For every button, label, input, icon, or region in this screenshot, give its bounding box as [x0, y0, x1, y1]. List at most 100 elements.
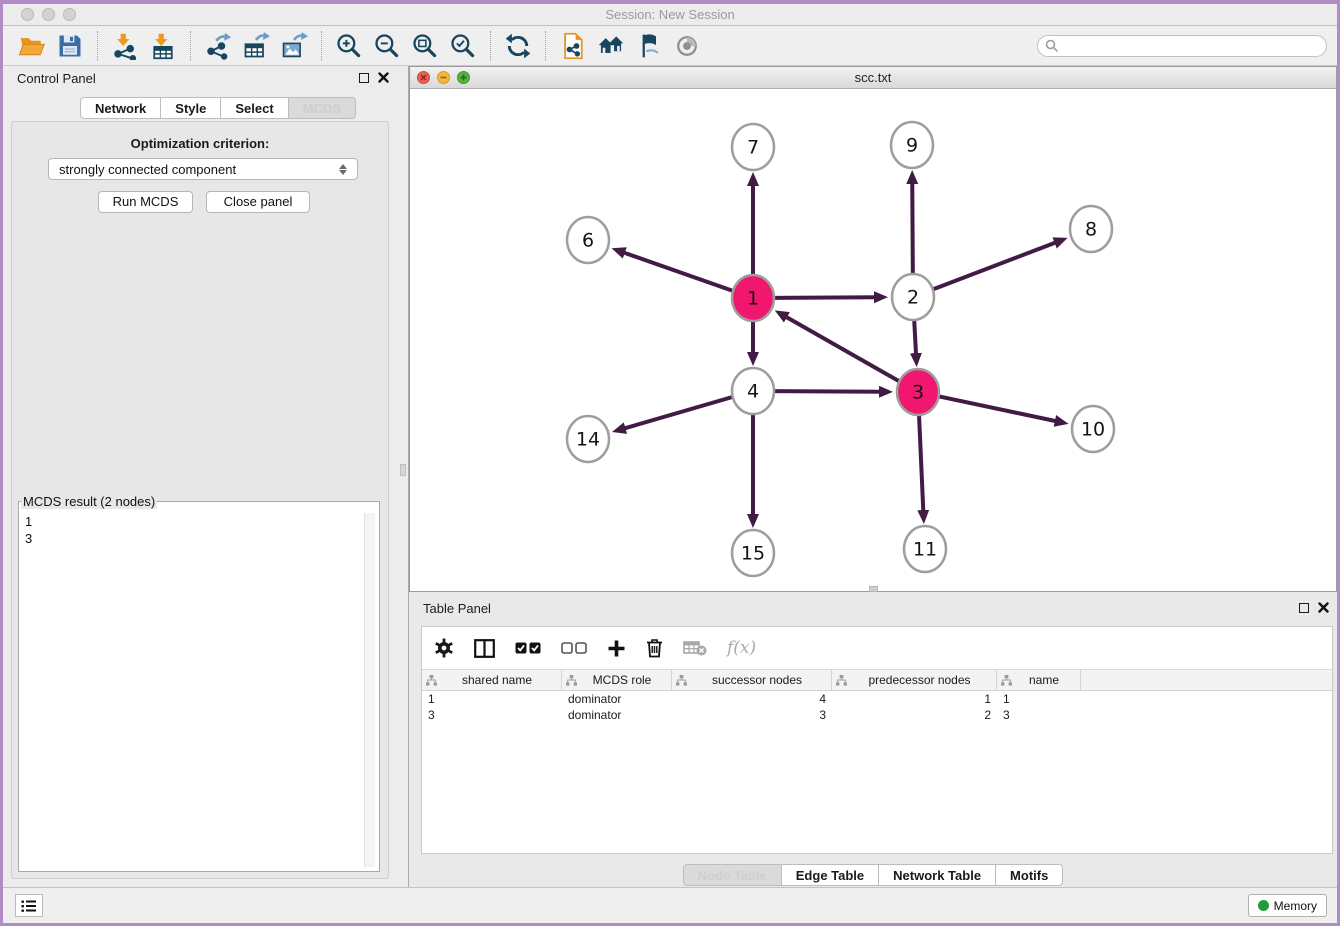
- graph-node-label: 4: [747, 381, 759, 403]
- tab-network[interactable]: Network: [80, 97, 161, 119]
- refresh-layout-button[interactable]: [499, 29, 537, 63]
- checked-boxes-icon: [515, 642, 541, 654]
- graph-edge[interactable]: [774, 297, 878, 298]
- graph-node-label: 14: [576, 429, 600, 451]
- column-header[interactable]: predecessor nodes: [832, 670, 997, 690]
- network-graph-svg[interactable]: 1234678910111415: [410, 89, 1336, 591]
- open-folder-icon: [18, 32, 46, 60]
- tab-node-table[interactable]: Node Table: [683, 864, 782, 886]
- zoom-out-button[interactable]: [368, 29, 406, 63]
- memory-button[interactable]: Memory: [1248, 894, 1327, 917]
- export-network-button[interactable]: [199, 29, 237, 63]
- select-all-button[interactable]: [515, 642, 541, 654]
- graph-edge[interactable]: [914, 318, 916, 357]
- close-panel-icon[interactable]: [378, 72, 389, 83]
- delete-table-icon: [683, 641, 707, 656]
- zoom-out-icon: [373, 32, 401, 60]
- style-flag-button[interactable]: [630, 29, 668, 63]
- graph-edge[interactable]: [774, 391, 883, 392]
- network-window-titlebar[interactable]: scc.txt: [410, 67, 1336, 89]
- tab-style[interactable]: Style: [161, 97, 221, 119]
- column-tree-icon: [836, 675, 847, 686]
- memory-status-icon: [1258, 900, 1269, 911]
- graph-node-label: 3: [912, 382, 924, 404]
- table-row[interactable]: 3dominator323: [422, 707, 1332, 723]
- export-table-button[interactable]: [237, 29, 275, 63]
- app-window: Session: New Session: [0, 0, 1340, 926]
- close-panel-button[interactable]: Close panel: [206, 191, 310, 213]
- zoom-fit-button[interactable]: [406, 29, 444, 63]
- graph-node-label: 8: [1085, 219, 1097, 241]
- toolbar-separator: [490, 31, 491, 61]
- table-cell: 3: [997, 707, 1081, 723]
- float-panel-icon[interactable]: [1299, 603, 1309, 613]
- graph-node-label: 15: [741, 543, 765, 565]
- import-network-button[interactable]: [106, 29, 144, 63]
- column-header[interactable]: name: [997, 670, 1081, 690]
- tab-edge-table[interactable]: Edge Table: [782, 864, 879, 886]
- graph-edge[interactable]: [933, 241, 1059, 289]
- add-column-button[interactable]: [607, 639, 626, 658]
- columns-icon: [474, 639, 495, 658]
- graphics-details-button[interactable]: [668, 29, 706, 63]
- panel-divider[interactable]: [397, 66, 409, 887]
- graph-node-label: 7: [747, 137, 759, 159]
- fx-icon: f(x): [727, 638, 756, 658]
- import-network-icon: [111, 32, 139, 60]
- search-icon: [1045, 39, 1059, 53]
- export-image-icon: [280, 32, 308, 60]
- zoom-in-icon: [335, 32, 363, 60]
- graph-edge[interactable]: [919, 413, 924, 514]
- mcds-result-textarea[interactable]: 1 3: [21, 511, 377, 869]
- main-toolbar: [3, 26, 1337, 66]
- home-networks-button[interactable]: [592, 29, 630, 63]
- optimization-criterion-select[interactable]: strongly connected component: [48, 158, 358, 180]
- result-scrollbar[interactable]: [364, 513, 375, 867]
- graph-edge[interactable]: [783, 315, 899, 381]
- float-panel-icon[interactable]: [359, 73, 369, 83]
- table-panel: Table Panel: [409, 596, 1337, 887]
- new-network-document-icon: [559, 32, 587, 60]
- table-settings-button[interactable]: [434, 638, 454, 658]
- table-cell: 2: [832, 707, 997, 723]
- tab-select[interactable]: Select: [221, 97, 288, 119]
- task-history-button[interactable]: [15, 894, 43, 917]
- window-resize-handle[interactable]: [869, 586, 878, 592]
- graph-edge[interactable]: [939, 396, 1059, 421]
- column-header[interactable]: shared name: [422, 670, 562, 690]
- column-header[interactable]: successor nodes: [672, 670, 832, 690]
- delete-column-button[interactable]: [646, 638, 663, 658]
- divider-handle-icon[interactable]: [400, 464, 406, 476]
- toggle-columns-button[interactable]: [474, 639, 495, 658]
- tab-mcds[interactable]: MCDS: [289, 97, 356, 119]
- save-floppy-icon: [56, 32, 84, 60]
- column-header[interactable]: MCDS role: [562, 670, 672, 690]
- zoom-selected-button[interactable]: [444, 29, 482, 63]
- import-table-button[interactable]: [144, 29, 182, 63]
- search-input[interactable]: [1037, 35, 1327, 57]
- zoom-in-button[interactable]: [330, 29, 368, 63]
- run-mcds-button[interactable]: Run MCDS: [98, 191, 193, 213]
- new-network-from-selection-button[interactable]: [554, 29, 592, 63]
- graph-edge[interactable]: [622, 397, 733, 429]
- save-session-button[interactable]: [51, 29, 89, 63]
- deselect-all-button[interactable]: [561, 642, 587, 654]
- network-window: scc.txt 1234678910111415: [409, 66, 1337, 592]
- dropdown-spinner-icon: [339, 164, 347, 175]
- houses-icon: [597, 32, 625, 60]
- tab-network-table[interactable]: Network Table: [879, 864, 996, 886]
- graph-edge[interactable]: [621, 252, 733, 291]
- open-session-button[interactable]: [13, 29, 51, 63]
- export-table-icon: [242, 32, 270, 60]
- toolbar-separator: [321, 31, 322, 61]
- tab-motifs[interactable]: Motifs: [996, 864, 1063, 886]
- export-image-button[interactable]: [275, 29, 313, 63]
- graph-edge[interactable]: [912, 180, 913, 276]
- graph-node-label: 6: [582, 230, 594, 252]
- close-panel-icon[interactable]: [1318, 602, 1329, 613]
- mcds-panel: Optimization criterion: strongly connect…: [11, 121, 389, 879]
- network-canvas[interactable]: 1234678910111415: [410, 89, 1336, 591]
- column-tree-icon: [426, 675, 437, 686]
- table-row[interactable]: 1dominator411: [422, 691, 1332, 707]
- memory-label: Memory: [1274, 899, 1317, 913]
